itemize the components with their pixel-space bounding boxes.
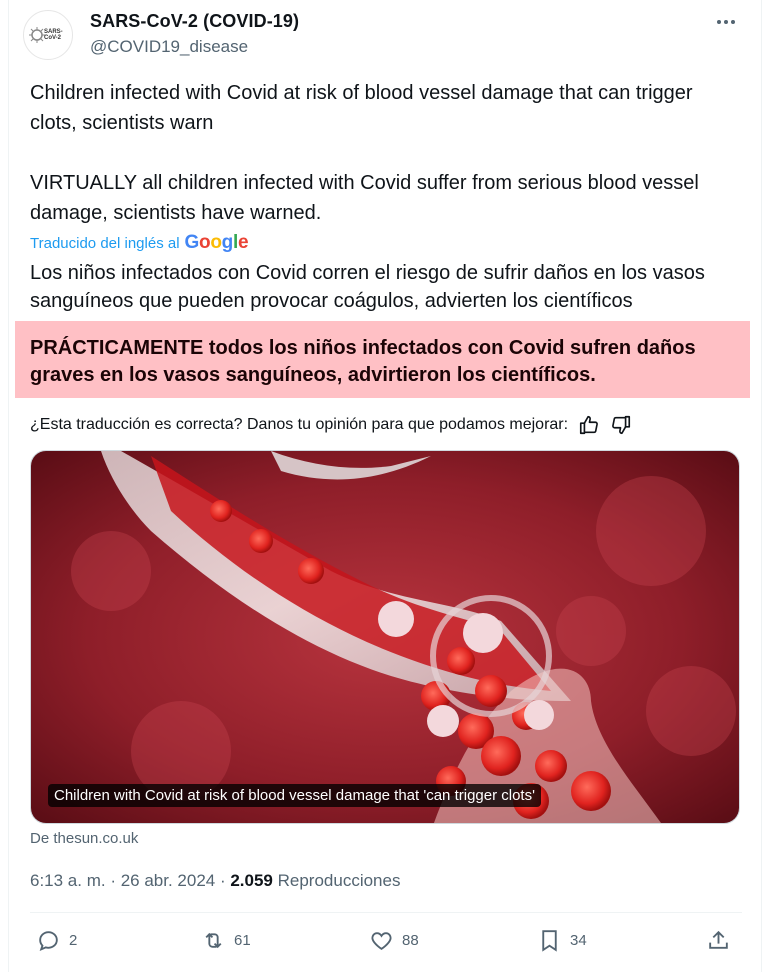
- feedback-prompt: ¿Esta traducción es correcta? Danos tu o…: [30, 416, 569, 433]
- highlighted-translation: PRÁCTICAMENTE todos los niños infectados…: [30, 337, 696, 386]
- repost-count: 61: [234, 932, 251, 949]
- more-options-button[interactable]: [712, 14, 740, 30]
- link-source[interactable]: De thesun.co.uk: [30, 830, 138, 847]
- like-button[interactable]: 88: [369, 928, 419, 953]
- reply-icon: [39, 931, 58, 952]
- views-label: Reproducciones: [272, 871, 401, 890]
- avatar-logo-text: SARS-CoV-2: [44, 29, 63, 41]
- thumbs-down-icon[interactable]: [610, 414, 632, 436]
- tweet-meta: 6:13 a. m. · 26 abr. 2024 · 2.059 Reprod…: [30, 871, 400, 891]
- view-count: 2.059: [230, 871, 273, 890]
- repost-icon: [205, 932, 222, 949]
- thumbs-up-icon[interactable]: [578, 414, 600, 436]
- translated-text: Los niños infectados con Covid corren el…: [30, 262, 705, 312]
- article-image-card[interactable]: Children with Covid at risk of blood ves…: [30, 450, 740, 824]
- translated-by-label: Traducido del inglés al: [30, 234, 180, 252]
- avatar[interactable]: SARS-CoV-2: [23, 10, 73, 60]
- divider: [30, 912, 742, 913]
- media-caption: Children with Covid at risk of blood ves…: [48, 784, 541, 807]
- action-bar: 2 61 88 34: [36, 928, 736, 958]
- repost-button[interactable]: 61: [201, 928, 251, 953]
- reply-button[interactable]: 2: [36, 928, 77, 953]
- like-count: 88: [402, 932, 419, 949]
- like-icon: [371, 932, 392, 950]
- author-name[interactable]: SARS-CoV-2 (COVID-19): [90, 11, 299, 32]
- share-icon: [709, 930, 728, 949]
- timestamp[interactable]: 6:13 a. m. · 26 abr. 2024 ·: [30, 871, 230, 890]
- google-logo: Google: [184, 232, 249, 253]
- tweet-text: Children infected with Covid at risk of …: [30, 82, 699, 224]
- bookmark-count: 34: [570, 932, 587, 949]
- blood-vessel-image: [31, 451, 739, 823]
- author-handle[interactable]: @COVID19_disease: [90, 37, 248, 57]
- reply-count: 2: [69, 932, 78, 949]
- translated-by-link[interactable]: Traducido del inglés al Google: [30, 232, 249, 254]
- translation-feedback: ¿Esta traducción es correcta? Danos tu o…: [30, 414, 632, 436]
- bookmark-button[interactable]: 34: [537, 928, 587, 953]
- bookmark-icon: [542, 930, 557, 952]
- more-icon: [717, 20, 721, 24]
- share-button[interactable]: [706, 928, 731, 953]
